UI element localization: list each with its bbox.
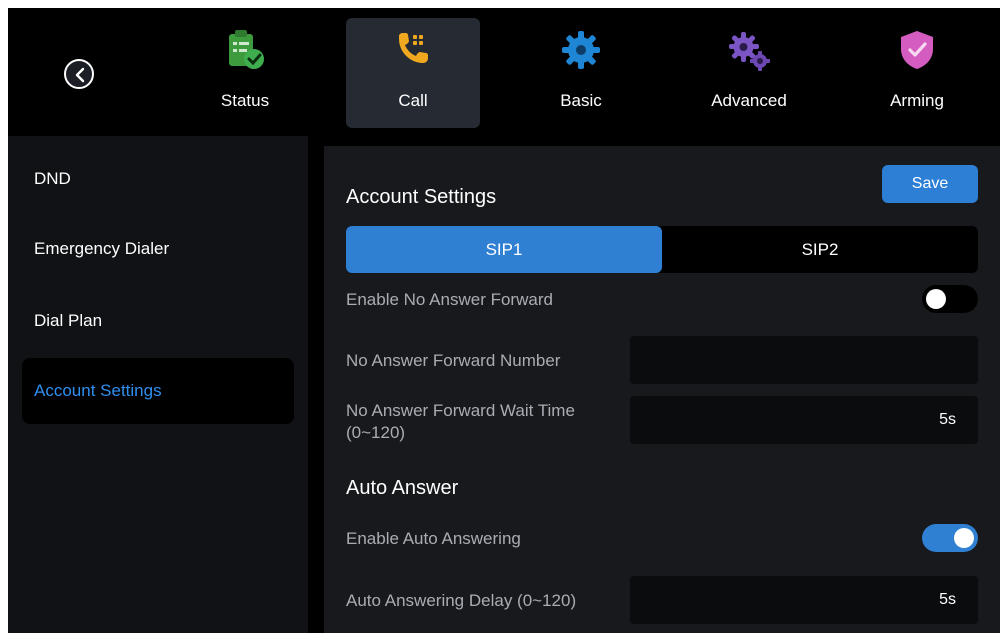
save-button[interactable]: Save bbox=[882, 165, 978, 203]
sidebar-item-label: Dial Plan bbox=[34, 311, 103, 330]
phone-dialpad-icon bbox=[399, 33, 428, 63]
shield-check-icon bbox=[901, 31, 933, 69]
no-answer-forward-wait-time-label: No Answer Forward Wait Time (0~120) bbox=[346, 401, 575, 442]
sidebar-item-label: Emergency Dialer bbox=[34, 239, 170, 258]
tab-label: Basic bbox=[560, 91, 602, 110]
clipboard-check-icon bbox=[229, 30, 264, 69]
auto-answering-delay-label: Auto Answering Delay (0~120) bbox=[346, 591, 577, 610]
sidebar-item-label: DND bbox=[34, 169, 71, 188]
tab-arming[interactable]: Arming bbox=[850, 18, 984, 128]
tab-advanced[interactable]: Advanced bbox=[682, 18, 816, 128]
tab-basic[interactable]: Basic bbox=[514, 18, 648, 128]
tab-label: Advanced bbox=[711, 91, 787, 110]
sidebar-item-dial-plan[interactable]: Dial Plan bbox=[22, 288, 294, 354]
top-navigation-bar: Status Call Basic Advanced Arming bbox=[8, 8, 1000, 136]
no-answer-forward-wait-time-field[interactable]: 5s bbox=[630, 396, 978, 444]
sidebar-item-emergency-dialer[interactable]: Emergency Dialer bbox=[22, 216, 294, 282]
screen: Status Call Basic Advanced Arming DND Em… bbox=[8, 8, 1000, 633]
tab-status[interactable]: Status bbox=[178, 18, 312, 128]
enable-no-answer-forward-label: Enable No Answer Forward bbox=[346, 290, 553, 309]
enable-no-answer-forward-toggle[interactable] bbox=[922, 285, 978, 313]
enable-auto-answering-toggle[interactable] bbox=[922, 524, 978, 552]
enable-auto-answering-label: Enable Auto Answering bbox=[346, 529, 521, 548]
sidebar: DND Emergency Dialer Dial Plan Account S… bbox=[8, 136, 308, 633]
segment-sip1[interactable]: SIP1 bbox=[346, 226, 662, 273]
page-title: Account Settings bbox=[346, 186, 497, 208]
sidebar-item-label: Account Settings bbox=[34, 381, 162, 400]
toggle-knob bbox=[954, 528, 974, 548]
tab-label: Arming bbox=[890, 91, 944, 110]
tab-call[interactable]: Call bbox=[346, 18, 480, 128]
auto-answer-section-title: Auto Answer bbox=[346, 477, 459, 499]
toggle-knob bbox=[926, 289, 946, 309]
sip-account-segmented-control: SIP1 SIP2 bbox=[346, 226, 978, 273]
chevron-left-icon bbox=[75, 67, 85, 83]
tab-label: Status bbox=[220, 91, 270, 110]
auto-answering-delay-field[interactable]: 5s bbox=[630, 576, 978, 624]
tab-label: Call bbox=[398, 91, 428, 110]
sidebar-item-dnd[interactable]: DND bbox=[22, 146, 294, 212]
no-answer-forward-number-label: No Answer Forward Number bbox=[346, 351, 561, 370]
segment-sip2[interactable]: SIP2 bbox=[662, 226, 978, 273]
back-button[interactable] bbox=[64, 59, 94, 89]
main-panel: Account Settings Save SIP1 SIP2 Enable N… bbox=[324, 146, 1000, 633]
gear-icon bbox=[562, 31, 600, 69]
sidebar-item-account-settings[interactable]: Account Settings bbox=[22, 358, 294, 424]
gears-icon bbox=[729, 32, 770, 71]
no-answer-forward-number-field[interactable] bbox=[630, 336, 978, 384]
